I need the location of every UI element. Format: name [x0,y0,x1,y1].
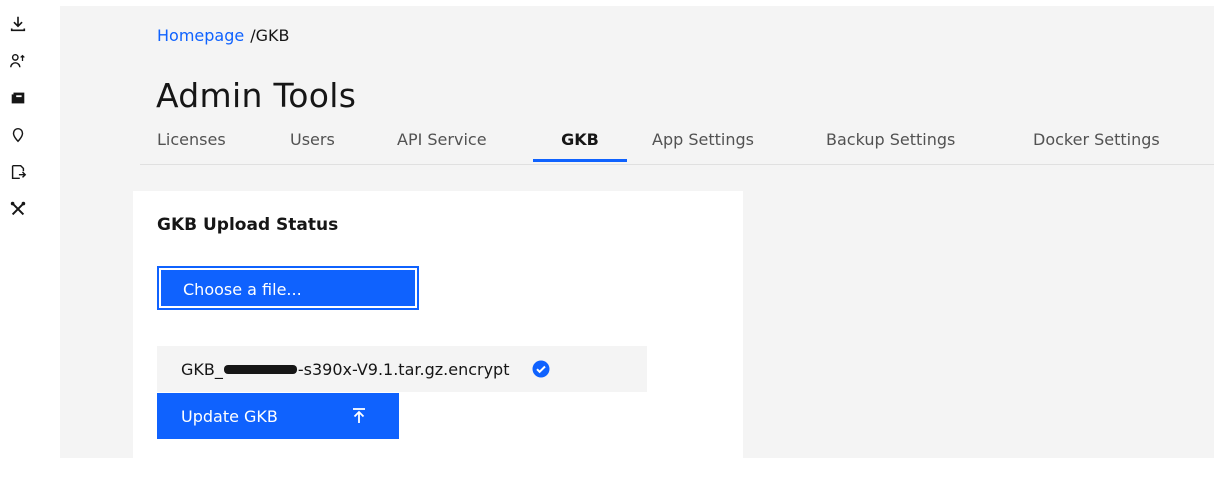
breadcrumb: Homepage /GKB [157,26,289,45]
update-gkb-label: Update GKB [181,406,278,426]
tab-backup-settings[interactable]: Backup Settings [826,124,955,162]
tab-gkb[interactable]: GKB [533,124,627,162]
page-title: Admin Tools [156,76,357,115]
card-title: GKB Upload Status [157,215,339,235]
upload-icon [349,406,369,426]
breadcrumb-current: /GKB [250,26,290,45]
checkmark-filled-icon [531,359,551,379]
main-content: Homepage /GKB Admin Tools Licenses Users… [60,6,1214,467]
user-admin-icon[interactable] [8,51,28,71]
tab-licenses[interactable]: Licenses [157,124,226,162]
tab-docker-settings[interactable]: Docker Settings [1033,124,1160,162]
tab-app-settings[interactable]: App Settings [652,124,754,162]
gkb-upload-card: GKB Upload Status Choose a file... GKB_ … [133,191,743,467]
file-name-suffix: -s390x-V9.1.tar.gz.encrypt [297,359,510,379]
update-gkb-button[interactable]: Update GKB [157,393,399,439]
breadcrumb-homepage-link[interactable]: Homepage [157,26,244,45]
catalog-icon[interactable] [8,88,28,108]
selected-file-row: GKB_ -s390x-V9.1.tar.gz.encrypt [157,346,647,392]
download-icon[interactable] [8,14,28,34]
side-rail [0,0,46,486]
document-export-icon[interactable] [8,162,28,182]
tab-api-service[interactable]: API Service [397,124,487,162]
file-name-prefix: GKB_ [181,359,223,379]
tools-icon[interactable] [8,199,28,219]
tab-users[interactable]: Users [290,124,335,162]
redaction-mark [223,364,297,374]
choose-file-button[interactable]: Choose a file... [157,266,419,310]
location-icon[interactable] [8,125,28,145]
tab-bar: Licenses Users API Service GKB App Setti… [140,124,1214,165]
